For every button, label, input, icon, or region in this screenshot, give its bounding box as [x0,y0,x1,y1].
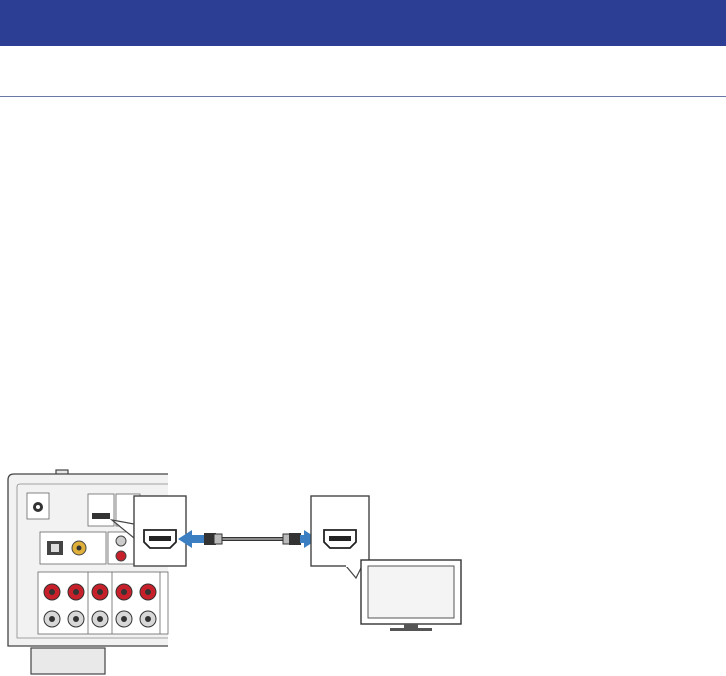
header-bar [0,0,726,46]
tv-icon [360,559,462,631]
tv-hdmi-callout-icon [310,495,370,580]
header-divider [0,96,726,97]
hdmi-cable-icon [178,530,318,548]
connection-diagram [7,469,462,675]
